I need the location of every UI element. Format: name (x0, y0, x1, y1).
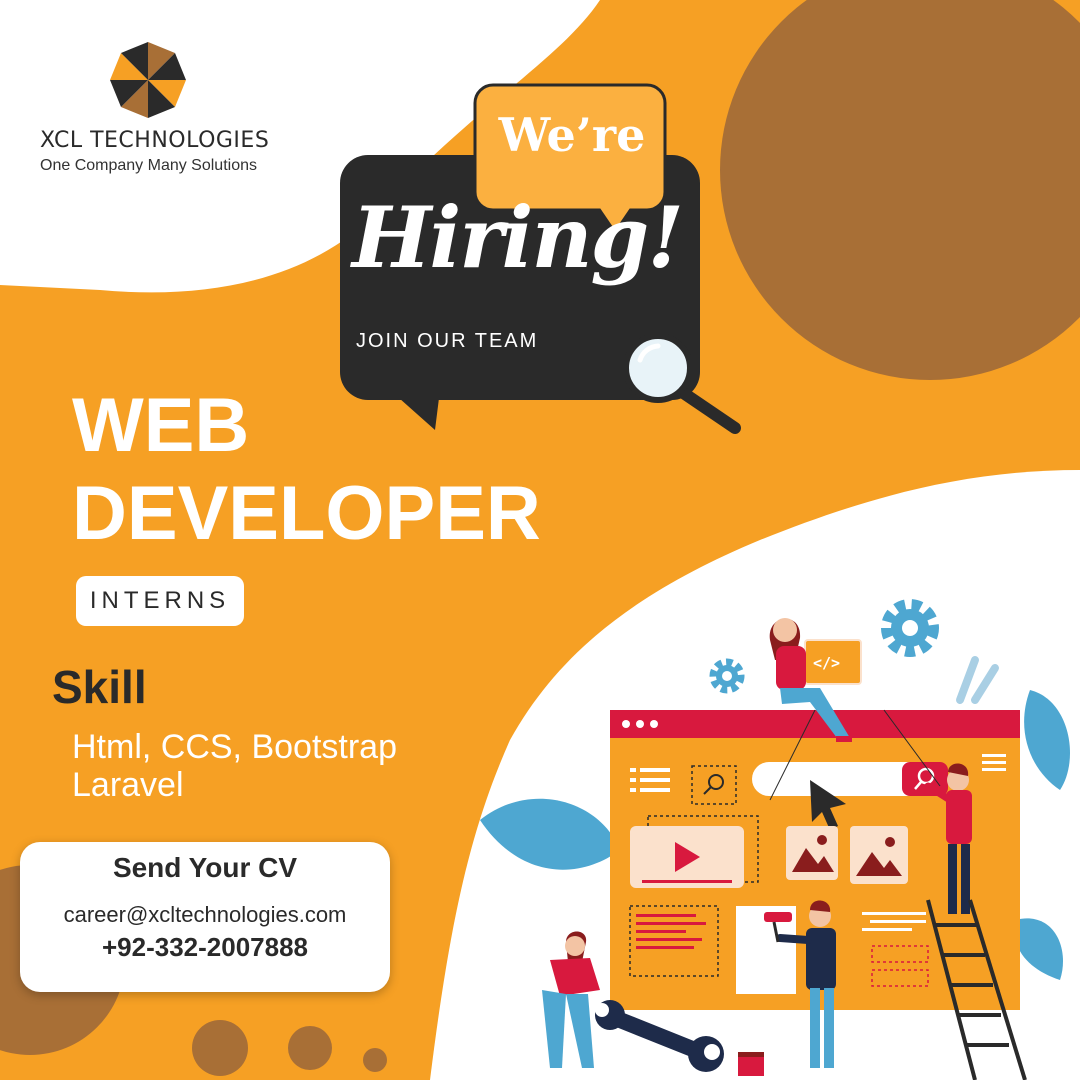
skill-list: Html, CCS, Bootstrap Laravel (72, 728, 397, 804)
hiring-text: Hiring! (352, 188, 684, 287)
web-team-illustration (480, 599, 1070, 1080)
code-tag-icon: </> (813, 654, 841, 672)
brand-block: XCL TECHNOLOGIES One Company Many Soluti… (40, 128, 269, 175)
brand-name: XCL TECHNOLOGIES (40, 128, 270, 153)
skill-line-2: Laravel (72, 766, 184, 804)
job-title: WEB DEVELOPER (72, 382, 541, 558)
brand-tagline: One Company Many Solutions (40, 157, 257, 174)
contact-card: Send Your CV career@xcltechnologies.com … (20, 842, 390, 992)
image-icon (850, 826, 908, 884)
join-our-team-text: JOIN OUR TEAM (356, 330, 539, 352)
hiring-poster: XCL TECHNOLOGIES One Company Many Soluti… (0, 0, 1080, 1080)
gear-icon (709, 658, 745, 694)
umbrella-logo-icon (110, 42, 186, 118)
skill-line-1: Html, CCS, Bootstrap (72, 728, 397, 766)
job-title-line1: WEB (72, 383, 250, 468)
contact-email[interactable]: career@xcltechnologies.com (20, 902, 390, 928)
interns-badge: INTERNS (76, 576, 244, 626)
grass-decoration (956, 656, 999, 704)
person-with-wrench (542, 931, 600, 1068)
image-icon (786, 826, 838, 880)
wrench-icon (595, 1000, 724, 1072)
magnifier-icon (623, 333, 741, 434)
were-text: We’re (498, 108, 646, 162)
send-cv-title: Send Your CV (112, 852, 298, 883)
job-title-line2: DEVELOPER (72, 471, 541, 556)
gear-icon (881, 599, 939, 657)
skill-heading: Skill (52, 661, 147, 713)
contact-phone[interactable]: +92-332-2007888 (20, 932, 390, 963)
